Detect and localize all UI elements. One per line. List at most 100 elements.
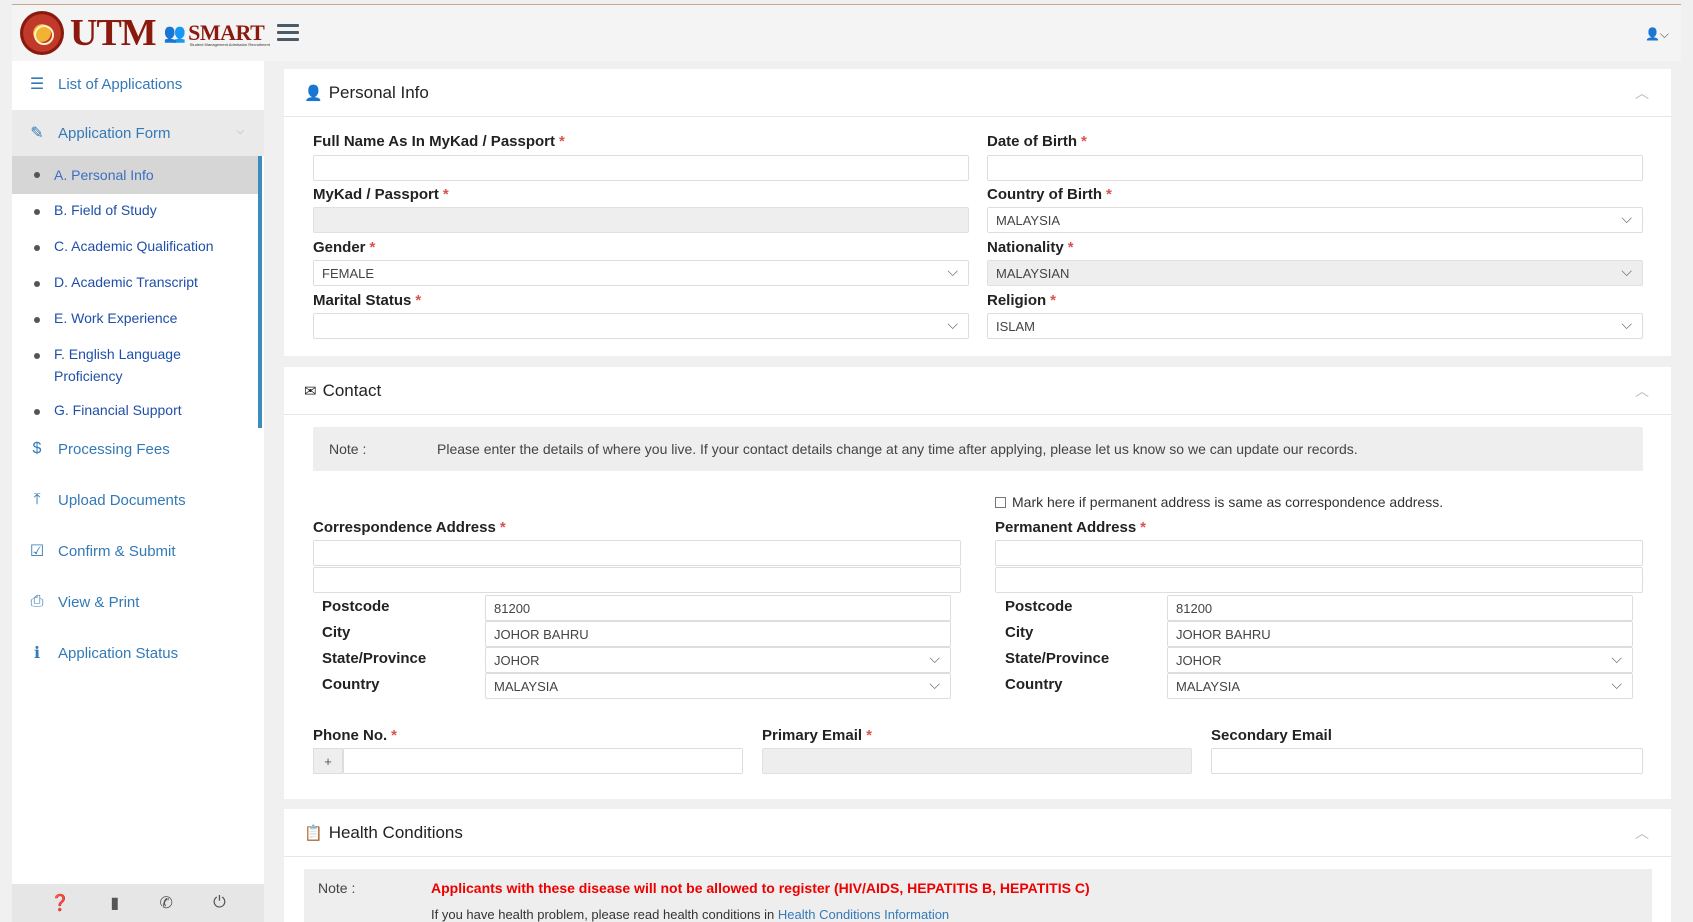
nationality-select: MALAYSIAN: [987, 260, 1643, 286]
sidebar-item-processing-fees[interactable]: $ Processing Fees: [12, 426, 264, 472]
checkbox-box[interactable]: [995, 496, 1006, 508]
sidebar-item-label: Processing Fees: [58, 440, 170, 458]
mykad-label: MyKad / Passport *: [313, 186, 449, 203]
form-section-financial-support[interactable]: G. Financial Support: [12, 399, 258, 421]
sidebar-footer: ❓ ▮ ✆ ⏻: [12, 884, 264, 922]
corr-address-line2[interactable]: [313, 567, 961, 593]
correspondence-address-label: Correspondence Address *: [313, 519, 506, 536]
utm-logo[interactable]: UTM UNIVERSITI TEKNOLOGI MALAYSIA 👥 SMAR…: [20, 11, 270, 73]
form-section-academic-transcript[interactable]: D. Academic Transcript: [12, 271, 258, 293]
contact-note: Note : Please enter the details of where…: [313, 427, 1643, 471]
form-section-field-of-study[interactable]: B. Field of Study: [12, 199, 258, 221]
perm-address-line1[interactable]: [995, 540, 1643, 566]
perm-postcode-label: Postcode: [1005, 598, 1073, 615]
sidebar-item-list-of-applications[interactable]: ☰ List of Applications: [12, 61, 264, 107]
user-icon: 👤: [304, 84, 323, 102]
same-address-checkbox[interactable]: Mark here if permanent address is same a…: [995, 494, 1443, 510]
sidebar-item-label: Confirm & Submit: [58, 542, 176, 560]
secondary-email-input[interactable]: [1211, 748, 1643, 774]
sidebar-item-application-status[interactable]: ℹ Application Status: [12, 630, 264, 676]
phone-prefix: +: [313, 748, 343, 774]
collapse-icon[interactable]: ︿: [1635, 83, 1649, 103]
form-section-work-experience[interactable]: E. Work Experience: [12, 307, 258, 329]
permanent-address-label: Permanent Address *: [995, 519, 1147, 536]
dob-input[interactable]: [987, 155, 1643, 181]
personal-info-panel: 👤 Personal Info ︿ Full Name As In MyKad …: [284, 69, 1671, 356]
primary-email-label: Primary Email *: [762, 727, 872, 744]
perm-country-label: Country: [1005, 676, 1063, 693]
corr-state-select[interactable]: JOHOR: [485, 647, 951, 673]
corr-postcode-input[interactable]: 81200: [485, 595, 951, 621]
phone-label: Phone No. *: [313, 727, 398, 744]
edit-icon: ✎: [30, 125, 44, 142]
nationality-label: Nationality *: [987, 239, 1074, 256]
people-icon: 👥: [163, 22, 187, 43]
info-icon: ℹ: [33, 645, 41, 662]
book-icon[interactable]: ▮: [110, 893, 119, 913]
religion-select[interactable]: ISLAM: [987, 313, 1643, 339]
full-name-input[interactable]: [313, 155, 969, 181]
corr-city-input[interactable]: JOHOR BAHRU: [485, 621, 951, 647]
check-square-icon: ☑: [29, 543, 45, 560]
secondary-email-label: Secondary Email: [1211, 727, 1332, 744]
hamburger-icon[interactable]: [277, 24, 299, 42]
sidebar-item-label: View & Print: [58, 593, 140, 611]
panel-title: Health Conditions: [328, 822, 463, 842]
health-conditions-panel: 📋 Health Conditions ︿ Note : Applicants …: [284, 809, 1671, 922]
health-warning: Applicants with these disease will not b…: [431, 880, 1090, 896]
corr-country-select[interactable]: MALAYSIA: [485, 673, 951, 699]
panel-header: ✉ Contact ︿: [284, 367, 1671, 415]
mykad-input: [313, 207, 969, 233]
envelope-icon: ✉: [304, 382, 317, 400]
country-birth-select[interactable]: MALAYSIA: [987, 207, 1643, 233]
corr-address-line1[interactable]: [313, 540, 961, 566]
power-icon[interactable]: ⏻: [213, 894, 226, 912]
sidebar-item-label: Application Status: [58, 644, 179, 662]
perm-postcode-input[interactable]: 81200: [1167, 595, 1633, 621]
health-conditions-link[interactable]: Health Conditions Information: [778, 907, 949, 922]
collapse-icon[interactable]: ︿: [1635, 823, 1649, 843]
religion-label: Religion *: [987, 292, 1057, 309]
corr-postcode-label: Postcode: [322, 598, 390, 615]
dollar-icon: $: [32, 440, 42, 457]
university-seal-icon: [20, 11, 64, 55]
sidebar-item-view-print[interactable]: ⎙ View & Print: [12, 579, 264, 625]
perm-country-select[interactable]: MALAYSIA: [1167, 673, 1633, 699]
form-section-personal-info[interactable]: A. Personal Info: [12, 156, 258, 194]
phone-input[interactable]: [343, 748, 743, 774]
perm-city-label: City: [1005, 624, 1034, 641]
marital-status-select[interactable]: [313, 313, 969, 339]
active-section-bar: [258, 156, 262, 428]
dob-label: Date of Birth *: [987, 133, 1087, 150]
contact-panel: ✉ Contact ︿ Note : Please enter the deta…: [284, 367, 1671, 799]
print-icon: ⎙: [30, 593, 44, 610]
perm-address-line2[interactable]: [995, 567, 1643, 593]
top-bar: UTM UNIVERSITI TEKNOLOGI MALAYSIA 👥 SMAR…: [12, 5, 1681, 73]
help-icon[interactable]: ❓: [50, 893, 70, 913]
corr-state-label: State/Province: [322, 650, 427, 667]
perm-state-select[interactable]: JOHOR: [1167, 647, 1633, 673]
sidebar-item-upload-documents[interactable]: ⤒ Upload Documents: [12, 477, 264, 523]
form-section-english-proficiency[interactable]: F. English Language Proficiency: [12, 343, 212, 387]
form-section-list: A. Personal Info B. Field of Study C. Ac…: [12, 156, 262, 428]
sidebar-item-confirm-submit[interactable]: ☑ Confirm & Submit: [12, 528, 264, 574]
perm-city-input[interactable]: JOHOR BAHRU: [1167, 621, 1633, 647]
panel-title: Contact: [322, 380, 382, 400]
clipboard-icon: 📋: [304, 824, 323, 842]
health-hint: If you have health problem, please read …: [431, 907, 950, 922]
panel-header: 📋 Health Conditions ︿: [284, 809, 1671, 857]
sidebar-item-label: Application Form: [58, 124, 171, 142]
sidebar-item-application-form[interactable]: ✎ Application Form ⌵: [12, 110, 264, 156]
user-icon[interactable]: 👤⌵: [1645, 27, 1669, 42]
sidebar-item-label: List of Applications: [58, 75, 183, 93]
full-name-label: Full Name As In MyKad / Passport *: [313, 133, 565, 150]
corr-city-label: City: [322, 624, 351, 641]
gender-select[interactable]: FEMALE: [313, 260, 969, 286]
sidebar-item-label: Upload Documents: [58, 491, 186, 509]
phone-icon[interactable]: ✆: [159, 893, 172, 913]
perm-state-label: State/Province: [1005, 650, 1110, 667]
logo-text: UTM UNIVERSITI TEKNOLOGI MALAYSIA: [70, 14, 157, 73]
form-section-academic-qualification[interactable]: C. Academic Qualification: [12, 235, 258, 257]
marital-status-label: Marital Status *: [313, 292, 422, 309]
collapse-icon[interactable]: ︿: [1635, 381, 1649, 401]
